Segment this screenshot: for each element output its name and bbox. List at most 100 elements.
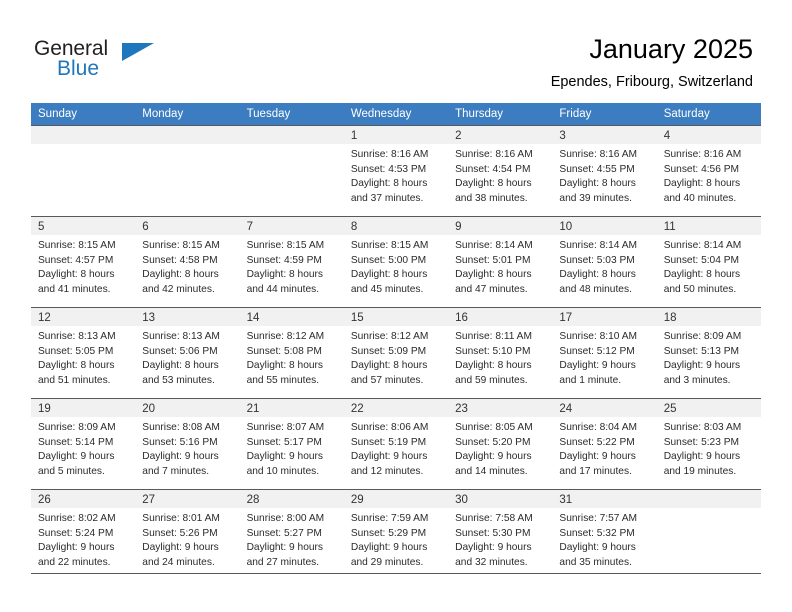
sunset-text: Sunset: 5:16 PM: [142, 436, 218, 448]
day-cell[interactable]: 9 Sunrise: 8:14 AM Sunset: 5:01 PM Dayli…: [448, 217, 553, 307]
daylight-text-line2: and 3 minutes.: [663, 374, 731, 386]
day-number: 22: [350, 403, 364, 415]
sunrise-text: Sunrise: 8:02 AM: [38, 513, 116, 524]
day-cell[interactable]: 22 Sunrise: 8:06 AM Sunset: 5:19 PM Dayl…: [343, 399, 449, 489]
day-details: Sunrise: 8:13 AM Sunset: 5:05 PM Dayligh…: [31, 326, 135, 388]
daylight-text-line2: and 53 minutes.: [142, 374, 215, 386]
daylight-text-line2: and 1 minute.: [559, 374, 622, 386]
day-cell[interactable]: 11 Sunrise: 8:14 AM Sunset: 5:04 PM Dayl…: [656, 217, 761, 307]
day-cell[interactable]: 7 Sunrise: 8:15 AM Sunset: 4:59 PM Dayli…: [239, 217, 344, 307]
day-number: 16: [455, 312, 468, 324]
day-cell[interactable]: 2 Sunrise: 8:16 AM Sunset: 4:54 PM Dayli…: [448, 126, 553, 216]
day-cell[interactable]: 21 Sunrise: 8:07 AM Sunset: 5:17 PM Dayl…: [239, 399, 344, 489]
weekday-tuesday: Tuesday: [246, 108, 291, 120]
day-number-band: [656, 490, 761, 508]
weekday-thursday: Thursday: [455, 108, 504, 120]
day-number-band: 10: [552, 217, 657, 235]
day-cell[interactable]: 5 Sunrise: 8:15 AM Sunset: 4:57 PM Dayli…: [31, 217, 136, 307]
sunset-text: Sunset: 5:30 PM: [455, 527, 531, 539]
day-details: Sunrise: 8:12 AM Sunset: 5:09 PM Dayligh…: [344, 326, 448, 388]
daylight-text-line2: and 45 minutes.: [350, 283, 424, 295]
day-number: 17: [559, 312, 573, 324]
daylight-text-line1: Daylight: 9 hours: [663, 360, 741, 372]
logo-triangle-icon: [122, 43, 154, 61]
day-number-band: 21: [239, 399, 344, 417]
day-cell[interactable]: 6 Sunrise: 8:15 AM Sunset: 4:58 PM Dayli…: [135, 217, 240, 307]
day-number-band: 7: [239, 217, 344, 235]
day-number: 10: [559, 221, 573, 233]
day-details: Sunrise: 8:15 AM Sunset: 5:00 PM Dayligh…: [344, 235, 448, 297]
day-cell[interactable]: 3 Sunrise: 8:16 AM Sunset: 4:55 PM Dayli…: [552, 126, 657, 216]
sunset-text: Sunset: 5:26 PM: [142, 527, 218, 539]
day-cell[interactable]: 27 Sunrise: 8:01 AM Sunset: 5:26 PM Dayl…: [135, 490, 240, 580]
daylight-text-line2: and 47 minutes.: [455, 283, 528, 295]
daylight-text-line1: Daylight: 8 hours: [246, 269, 324, 281]
day-number: 8: [350, 221, 358, 233]
sunset-text: Sunset: 4:55 PM: [559, 163, 635, 175]
page-header: General Blue January 2025 Ependes, Fribo…: [0, 0, 792, 103]
daylight-text-line2: and 5 minutes.: [38, 465, 105, 477]
day-cell[interactable]: 23 Sunrise: 8:05 AM Sunset: 5:20 PM Dayl…: [448, 399, 553, 489]
day-number: 29: [350, 494, 364, 506]
day-cell[interactable]: 19 Sunrise: 8:09 AM Sunset: 5:14 PM Dayl…: [31, 399, 136, 489]
day-cell[interactable]: 14 Sunrise: 8:12 AM Sunset: 5:08 PM Dayl…: [239, 308, 344, 398]
sunrise-text: Sunrise: 8:03 AM: [663, 422, 742, 433]
daylight-text-line2: and 27 minutes.: [246, 556, 320, 568]
day-number: 11: [663, 221, 676, 233]
daylight-text-line1: Daylight: 8 hours: [663, 269, 741, 281]
daylight-text-line2: and 32 minutes.: [455, 556, 528, 568]
day-details: Sunrise: 8:00 AM Sunset: 5:27 PM Dayligh…: [240, 508, 344, 570]
day-cell[interactable]: 10 Sunrise: 8:14 AM Sunset: 5:03 PM Dayl…: [552, 217, 657, 307]
daylight-text-line2: and 12 minutes.: [350, 465, 424, 477]
sunrise-text: Sunrise: 8:08 AM: [142, 422, 220, 433]
sunrise-text: Sunrise: 8:14 AM: [559, 240, 637, 251]
day-cell[interactable]: 8 Sunrise: 8:15 AM Sunset: 5:00 PM Dayli…: [343, 217, 449, 307]
daylight-text-line1: Daylight: 8 hours: [350, 269, 428, 281]
sunrise-text: Sunrise: 7:58 AM: [455, 513, 533, 524]
day-cell[interactable]: 29 Sunrise: 7:59 AM Sunset: 5:29 PM Dayl…: [343, 490, 449, 580]
day-cell[interactable]: 4 Sunrise: 8:16 AM Sunset: 4:56 PM Dayli…: [656, 126, 761, 216]
sunset-text: Sunset: 5:03 PM: [559, 254, 635, 266]
sunrise-text: Sunrise: 8:16 AM: [559, 149, 637, 160]
daylight-text-line2: and 48 minutes.: [559, 283, 632, 295]
day-details: Sunrise: 8:03 AM Sunset: 5:23 PM Dayligh…: [657, 417, 761, 479]
day-cell[interactable]: 31 Sunrise: 7:57 AM Sunset: 5:32 PM Dayl…: [552, 490, 657, 580]
day-number-band: 26: [31, 490, 136, 508]
day-cell[interactable]: 26 Sunrise: 8:02 AM Sunset: 5:24 PM Dayl…: [31, 490, 136, 580]
sunset-text: Sunset: 5:24 PM: [38, 527, 114, 539]
sunset-text: Sunset: 5:17 PM: [246, 436, 322, 448]
sunset-text: Sunset: 4:56 PM: [663, 163, 740, 175]
day-number: 20: [142, 403, 156, 415]
daylight-text-line2: and 41 minutes.: [38, 283, 111, 295]
day-number-band: 30: [448, 490, 553, 508]
daylight-text-line1: Daylight: 9 hours: [38, 451, 115, 463]
day-number: 13: [142, 312, 156, 324]
day-cell[interactable]: 13 Sunrise: 8:13 AM Sunset: 5:06 PM Dayl…: [135, 308, 240, 398]
day-number-band: 9: [448, 217, 553, 235]
daylight-text-line2: and 44 minutes.: [246, 283, 320, 295]
daylight-text-line2: and 42 minutes.: [142, 283, 215, 295]
day-cell[interactable]: 15 Sunrise: 8:12 AM Sunset: 5:09 PM Dayl…: [343, 308, 449, 398]
sunrise-text: Sunrise: 8:13 AM: [38, 331, 116, 342]
day-cell[interactable]: 12 Sunrise: 8:13 AM Sunset: 5:05 PM Dayl…: [31, 308, 136, 398]
sunset-text: Sunset: 5:14 PM: [38, 436, 114, 448]
day-number: 27: [142, 494, 156, 506]
daylight-text-line1: Daylight: 9 hours: [559, 360, 636, 372]
day-cell[interactable]: 28 Sunrise: 8:00 AM Sunset: 5:27 PM Dayl…: [239, 490, 344, 580]
sunset-text: Sunset: 5:22 PM: [559, 436, 635, 448]
day-cell[interactable]: 16 Sunrise: 8:11 AM Sunset: 5:10 PM Dayl…: [448, 308, 553, 398]
sunrise-text: Sunrise: 8:16 AM: [455, 149, 533, 160]
day-details: Sunrise: 7:58 AM Sunset: 5:30 PM Dayligh…: [448, 508, 552, 570]
day-number-band: 14: [239, 308, 344, 326]
day-details: Sunrise: 8:10 AM Sunset: 5:12 PM Dayligh…: [552, 326, 656, 388]
weekday-saturday: Saturday: [663, 108, 710, 120]
day-cell[interactable]: 18 Sunrise: 8:09 AM Sunset: 5:13 PM Dayl…: [656, 308, 761, 398]
daylight-text-line1: Daylight: 9 hours: [142, 451, 219, 463]
day-number: 7: [246, 221, 253, 233]
day-cell[interactable]: 24 Sunrise: 8:04 AM Sunset: 5:22 PM Dayl…: [552, 399, 657, 489]
day-cell[interactable]: 20 Sunrise: 8:08 AM Sunset: 5:16 PM Dayl…: [135, 399, 240, 489]
day-cell[interactable]: 1 Sunrise: 8:16 AM Sunset: 4:53 PM Dayli…: [343, 126, 449, 216]
day-cell[interactable]: 17 Sunrise: 8:10 AM Sunset: 5:12 PM Dayl…: [552, 308, 657, 398]
day-cell[interactable]: 25 Sunrise: 8:03 AM Sunset: 5:23 PM Dayl…: [656, 399, 761, 489]
day-cell[interactable]: 30 Sunrise: 7:58 AM Sunset: 5:30 PM Dayl…: [448, 490, 553, 580]
